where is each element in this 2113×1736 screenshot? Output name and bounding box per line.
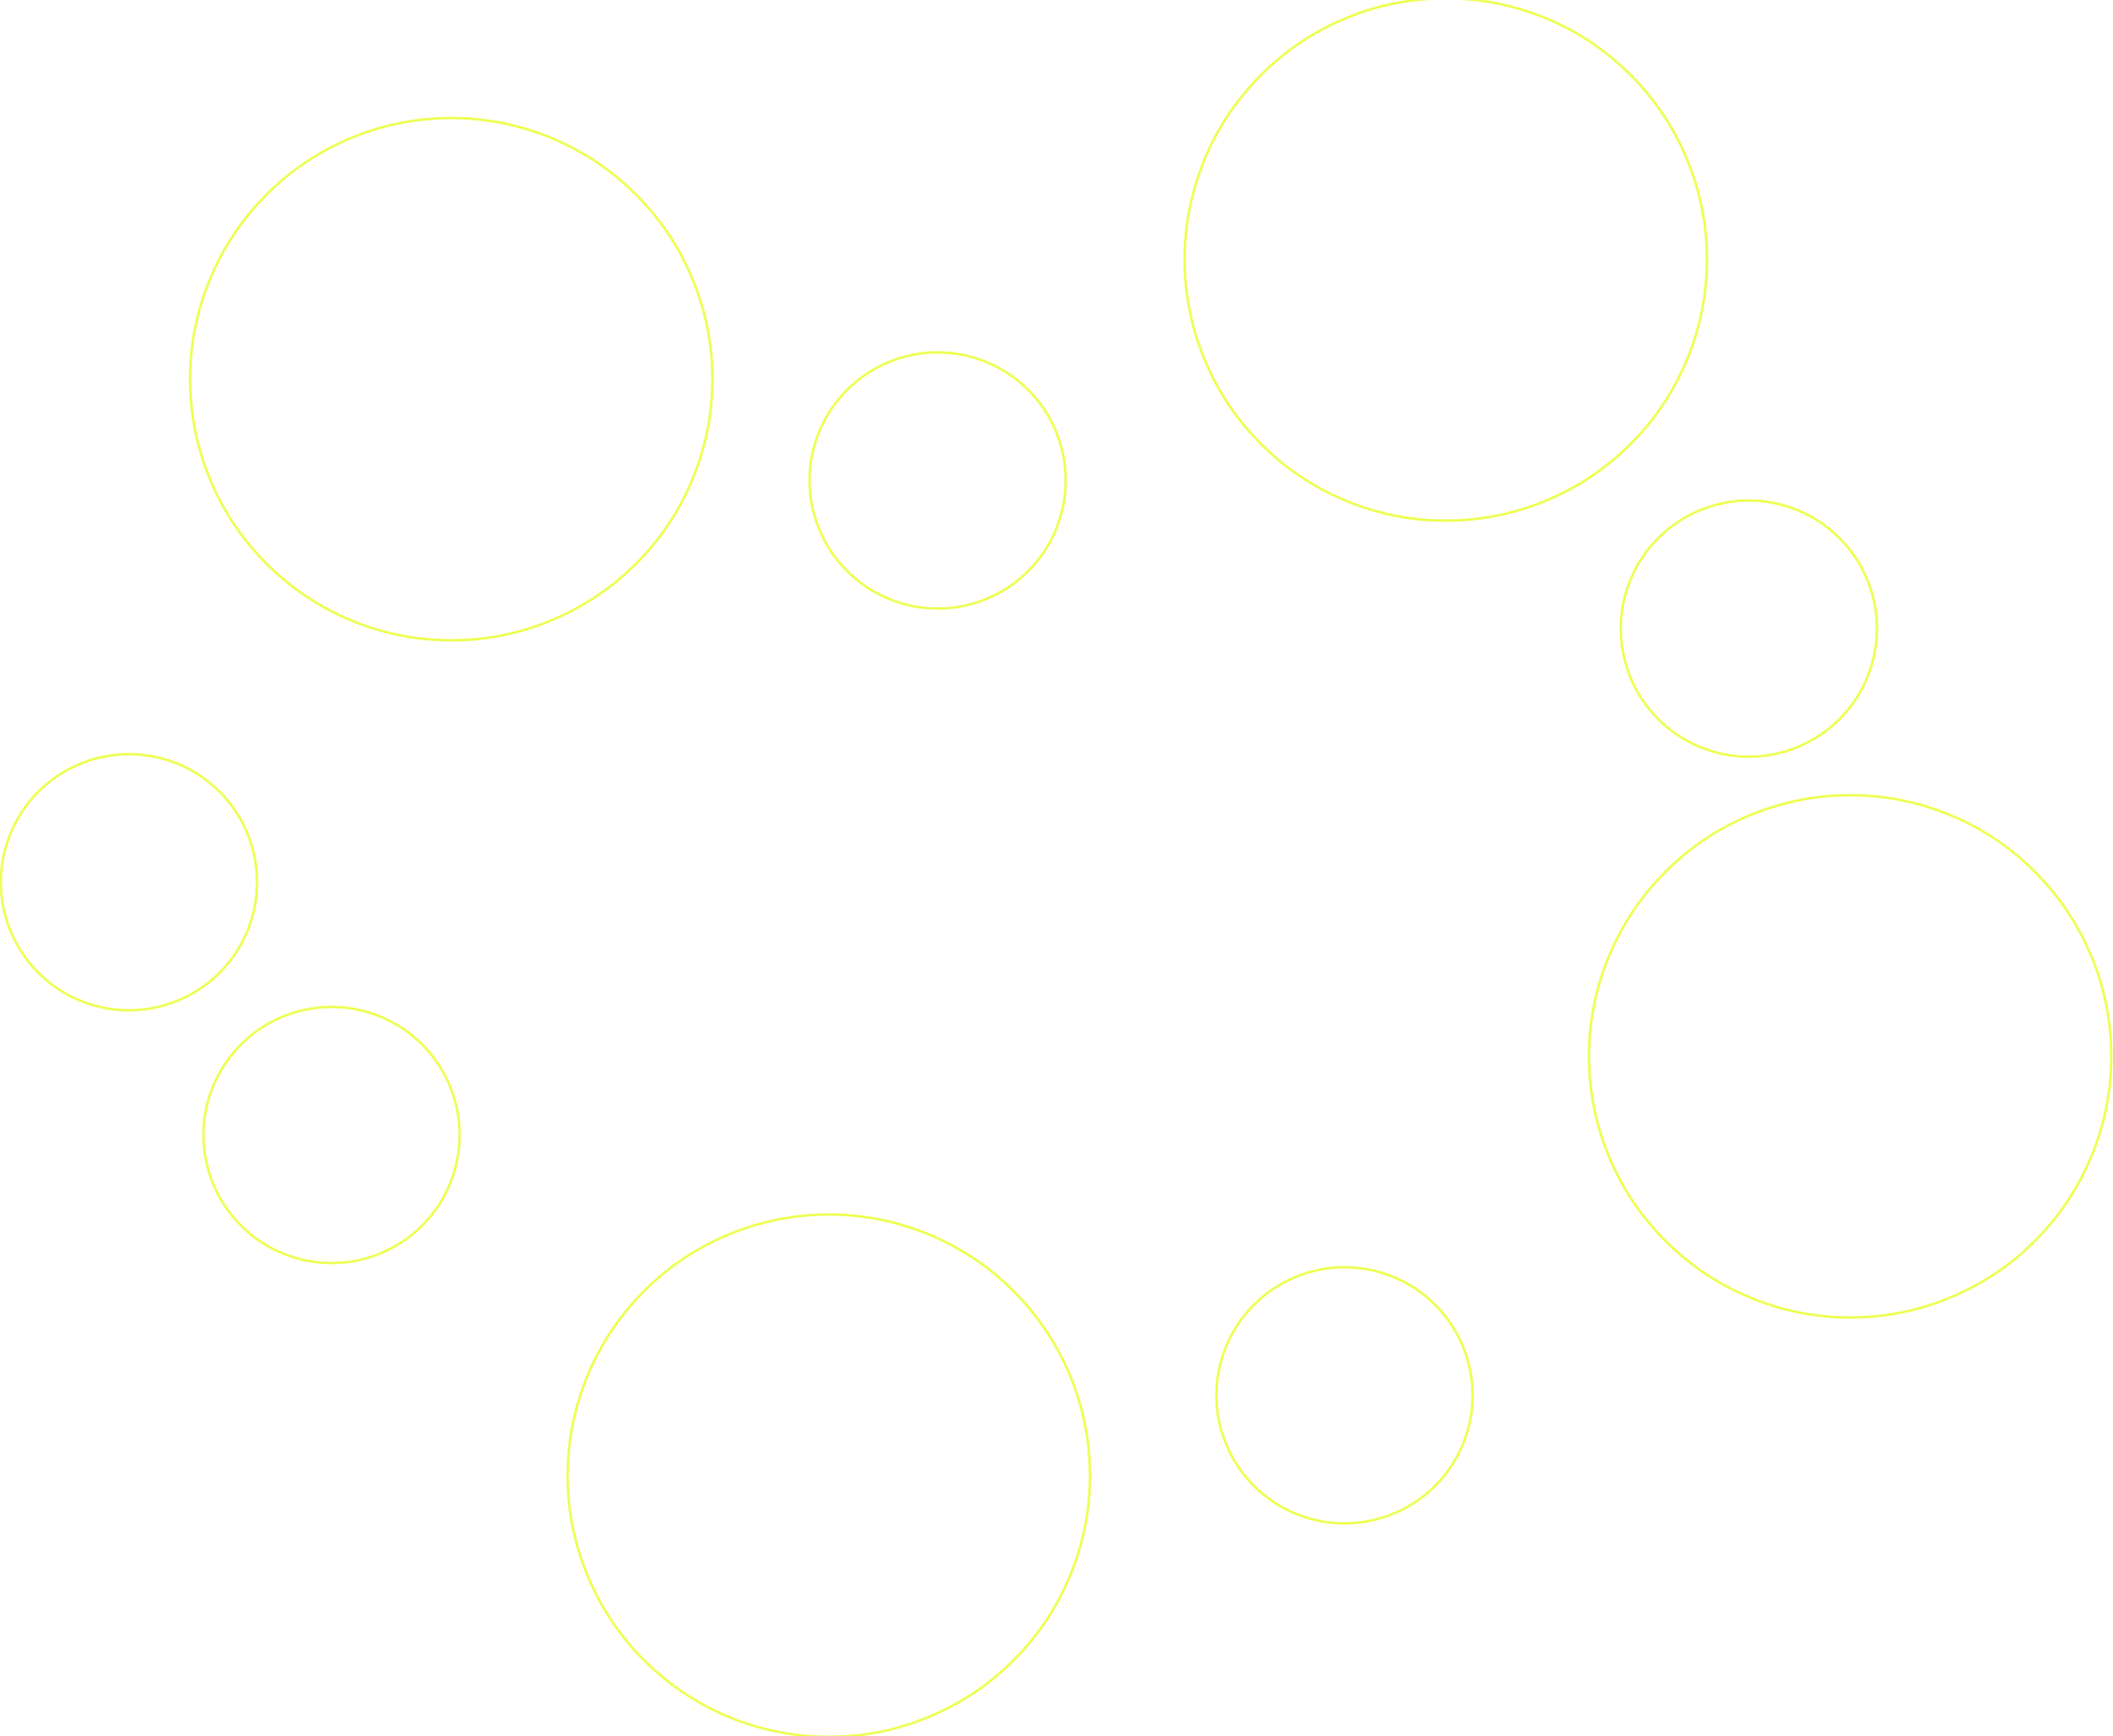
small-circle-upper-middle (808, 351, 1067, 610)
large-circle-right (1587, 794, 2113, 1319)
circle-canvas (0, 0, 2113, 1736)
small-circle-lower-right (1215, 1266, 1474, 1525)
small-circle-lower-left (202, 1005, 461, 1265)
small-circle-upper-right (1619, 499, 1879, 758)
large-circle-top-left (188, 116, 714, 642)
large-circle-bottom (566, 1213, 1092, 1736)
large-circle-top-right (1183, 0, 1709, 522)
small-circle-left (0, 752, 259, 1012)
